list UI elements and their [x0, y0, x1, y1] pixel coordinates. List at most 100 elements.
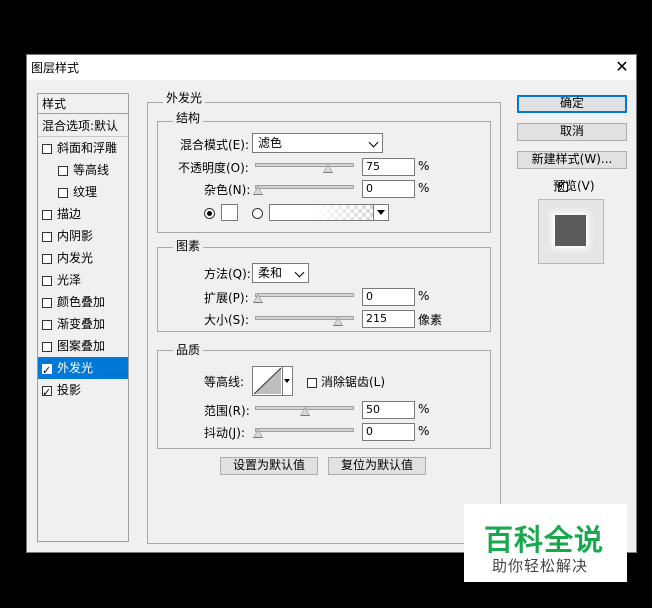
blend-mode-label: 混合模式(E):	[180, 138, 249, 152]
jitter-input[interactable]: 0	[362, 423, 415, 441]
style-list-item[interactable]: 渐变叠加	[38, 313, 128, 335]
gradient-radio[interactable]	[252, 208, 263, 219]
anti-alias-label: 消除锯齿(L)	[321, 375, 386, 389]
jitter-unit: %	[418, 424, 430, 438]
style-list-item-label: 图案叠加	[57, 339, 106, 353]
window-title: 图层样式	[31, 61, 80, 75]
style-checkbox[interactable]	[58, 187, 68, 198]
style-checkbox[interactable]	[42, 143, 52, 154]
jitter-slider[interactable]	[255, 428, 354, 432]
watermark-subtitle: 助你轻松解决	[492, 557, 589, 575]
opacity-slider[interactable]	[255, 163, 354, 167]
style-list-item[interactable]: 内发光	[38, 247, 128, 269]
style-list-item-label: 内阴影	[57, 229, 94, 243]
opacity-label: 不透明度(O):	[178, 161, 249, 175]
style-list-item-label: 等高线	[73, 163, 110, 177]
style-checkbox[interactable]	[42, 209, 52, 220]
jitter-slider-thumb[interactable]	[253, 429, 263, 438]
range-slider-thumb[interactable]	[299, 407, 310, 416]
style-checkbox[interactable]	[42, 253, 52, 264]
contour-linear-icon	[253, 367, 282, 395]
opacity-slider-thumb[interactable]	[322, 164, 333, 173]
contour-dropdown-button[interactable]	[283, 366, 293, 396]
style-list-item-label: 光泽	[57, 273, 82, 287]
anti-alias-checkbox[interactable]	[307, 377, 317, 388]
style-list-item[interactable]: 颜色叠加	[38, 291, 128, 313]
elements-title: 图素	[173, 237, 204, 254]
quality-title: 品质	[173, 341, 204, 358]
style-list-item[interactable]: 斜面和浮雕	[38, 137, 128, 159]
spread-slider[interactable]	[255, 293, 354, 297]
style-checkbox[interactable]	[58, 165, 68, 176]
style-list-item[interactable]: 图案叠加	[38, 335, 128, 357]
style-checkbox[interactable]	[42, 382, 52, 404]
noise-slider[interactable]	[255, 185, 354, 189]
styles-header[interactable]: 样式	[38, 94, 128, 114]
watermark-overlay: 百科全说 助你轻松解决	[464, 504, 627, 582]
triangle-down-icon	[284, 379, 290, 383]
solid-color-radio[interactable]	[204, 208, 215, 219]
noise-unit: %	[418, 181, 430, 195]
range-label: 范围(R):	[204, 404, 250, 418]
outer-glow-title: 外发光	[163, 89, 206, 106]
chevron-down-icon	[368, 137, 379, 148]
style-list-item-label: 斜面和浮雕	[57, 141, 118, 155]
structure-title: 结构	[173, 109, 204, 126]
style-checkbox[interactable]	[42, 231, 52, 242]
noise-input[interactable]: 0	[362, 180, 415, 198]
jitter-label: 抖动(J):	[204, 426, 245, 440]
contour-picker[interactable]	[252, 366, 283, 396]
size-input[interactable]: 215	[362, 310, 415, 328]
style-checkbox[interactable]	[42, 341, 52, 352]
style-list-item[interactable]: 外发光	[38, 357, 128, 382]
cancel-button[interactable]: 取消	[517, 123, 627, 141]
preview-square	[555, 215, 586, 246]
style-list-item-label: 描边	[57, 207, 82, 221]
style-list-item-label: 投影	[57, 383, 82, 397]
glow-color-swatch[interactable]	[221, 204, 238, 221]
watermark-title: 百科全说	[484, 523, 605, 557]
title-bar: 图层样式 ✕	[27, 55, 636, 80]
preview-label: 预览(V)	[553, 179, 595, 193]
style-list: 样式 混合选项:默认 斜面和浮雕等高线纹理描边内阴影内发光光泽颜色叠加渐变叠加图…	[37, 93, 129, 542]
method-label: 方法(Q):	[204, 267, 251, 281]
style-list-item-label: 颜色叠加	[57, 295, 106, 309]
style-checkbox[interactable]	[42, 319, 52, 330]
size-unit: 像素	[418, 313, 443, 327]
blend-options-item[interactable]: 混合选项:默认	[38, 115, 128, 137]
new-style-button[interactable]: 新建样式(W)...	[517, 151, 627, 169]
blend-mode-select[interactable]: 滤色	[252, 133, 383, 153]
gradient-dropdown-button[interactable]	[373, 204, 389, 221]
range-unit: %	[418, 402, 430, 416]
opacity-unit: %	[418, 159, 430, 173]
style-preview-thumbnail	[538, 199, 604, 264]
style-checkbox[interactable]	[42, 275, 52, 286]
spread-unit: %	[418, 289, 430, 303]
style-list-item[interactable]: 内阴影	[38, 225, 128, 247]
style-checkbox[interactable]	[42, 297, 52, 308]
gradient-swatch[interactable]	[269, 204, 389, 221]
noise-slider-thumb[interactable]	[253, 186, 263, 195]
style-list-item-label: 纹理	[73, 185, 98, 199]
size-slider-thumb[interactable]	[332, 317, 343, 326]
make-default-button[interactable]: 设置为默认值	[220, 457, 318, 475]
reset-default-button[interactable]: 复位为默认值	[328, 457, 426, 475]
close-icon[interactable]: ✕	[612, 57, 632, 77]
chevron-down-icon	[294, 267, 305, 278]
style-list-item[interactable]: 描边	[38, 203, 128, 225]
style-checkbox[interactable]	[42, 360, 52, 382]
spread-input[interactable]: 0	[362, 288, 415, 306]
style-list-item-label: 渐变叠加	[57, 317, 106, 331]
ok-button[interactable]: 确定	[517, 95, 627, 113]
noise-label: 杂色(N):	[204, 183, 251, 197]
method-select[interactable]: 柔和	[252, 263, 309, 283]
opacity-input[interactable]: 75	[362, 158, 415, 176]
spread-slider-thumb[interactable]	[253, 294, 263, 303]
range-input[interactable]: 50	[362, 401, 415, 419]
triangle-down-icon	[377, 210, 385, 215]
style-list-item[interactable]: 等高线	[38, 159, 128, 181]
style-list-item[interactable]: 投影	[38, 379, 128, 404]
style-list-item[interactable]: 纹理	[38, 181, 128, 203]
style-list-item[interactable]: 光泽	[38, 269, 128, 291]
layer-style-dialog: 图层样式 ✕ 样式 混合选项:默认 斜面和浮雕等高线纹理描边内阴影内发光光泽颜色…	[26, 54, 637, 553]
